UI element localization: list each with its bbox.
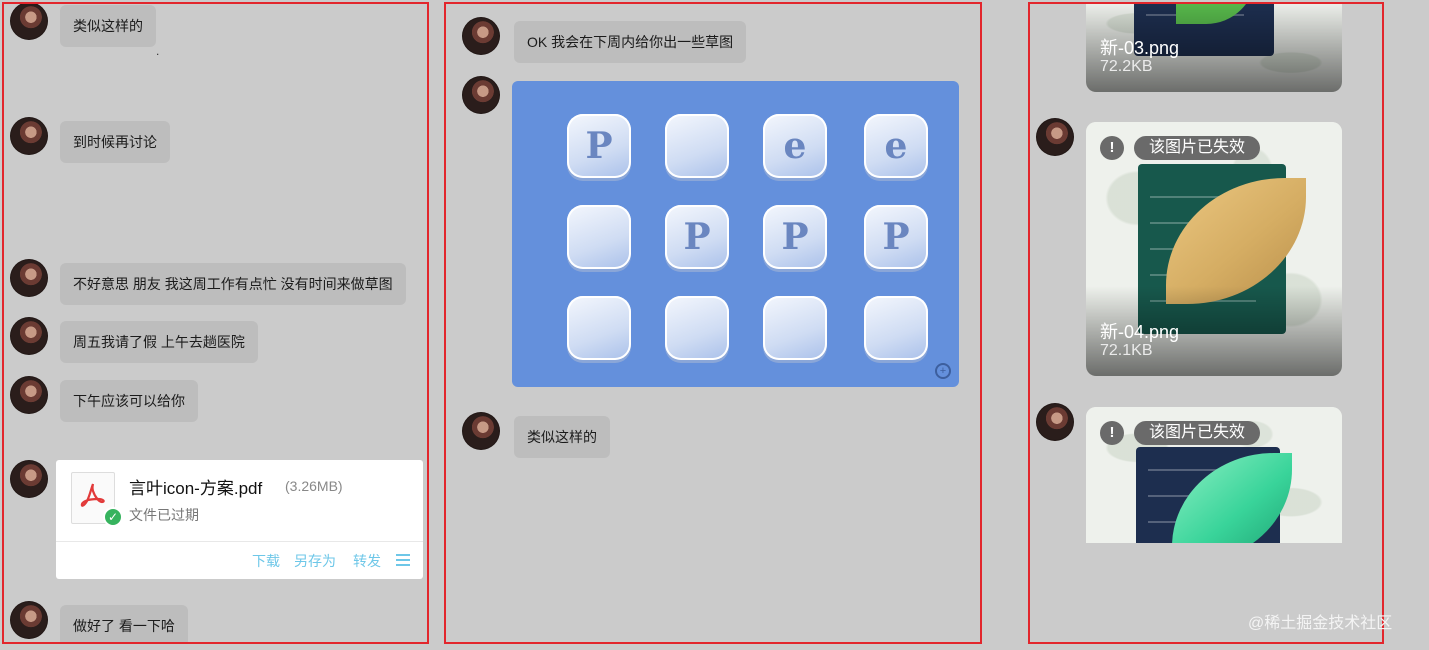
image-message-sketch-icons[interactable]: P e e P P P +	[512, 81, 959, 387]
invalid-badge: 该图片已失效	[1134, 136, 1261, 160]
watermark: @稀土掘金技术社区	[1248, 615, 1393, 632]
avatar[interactable]	[1036, 118, 1074, 156]
avatar[interactable]	[10, 601, 48, 639]
sketch-icon	[864, 296, 928, 360]
avatar[interactable]	[10, 317, 48, 355]
message-bubble: 下午应该可以给你	[60, 380, 198, 422]
avatar[interactable]	[10, 460, 48, 498]
message-bubble: 做好了 看一下哈	[60, 605, 188, 642]
sketch-icon	[665, 296, 729, 360]
file-status: 文件已过期	[129, 507, 199, 523]
file-name: 言叶icon-方案.pdf	[129, 479, 263, 498]
avatar[interactable]	[10, 117, 48, 155]
message-bubble: 到时候再讨论	[60, 121, 170, 163]
download-link[interactable]: 下载	[252, 551, 280, 571]
image-size: 72.1KB	[1100, 342, 1153, 359]
avatar[interactable]	[1036, 403, 1074, 441]
forward-link[interactable]: 转发	[353, 551, 381, 571]
save-as-link[interactable]: 另存为	[294, 551, 336, 571]
avatar[interactable]	[462, 17, 500, 55]
message-bubble: 周五我请了假 上午去趟医院	[60, 321, 258, 363]
image-message-card[interactable]: ! 该图片已失效 新-04.png 72.1KB	[1086, 122, 1342, 376]
stray-dot: .	[156, 44, 160, 58]
sketch-icon: P	[864, 205, 928, 269]
file-size: (3.26MB)	[285, 478, 343, 494]
sketch-icon	[567, 296, 631, 360]
invalid-badge: 该图片已失效	[1134, 421, 1261, 445]
avatar[interactable]	[462, 76, 500, 114]
chat-panel-right: 新-03.png 72.2KB ! 该图片已失效 新-04.png 72.1KB…	[1028, 2, 1384, 644]
divider	[56, 541, 423, 542]
sketch-icon: P	[665, 205, 729, 269]
sketch-icon: e	[763, 114, 827, 178]
image-size: 72.2KB	[1100, 58, 1153, 75]
check-icon: ✓	[103, 507, 123, 527]
chat-panel-middle: OK 我会在下周内给你出一些草图 P e e P P P + 类似这样的	[444, 2, 982, 644]
sketch-icon	[665, 114, 729, 178]
warning-icon: !	[1100, 421, 1124, 445]
image-name: 新-04.png	[1100, 322, 1180, 342]
sketch-icon: P	[567, 114, 631, 178]
menu-icon[interactable]	[396, 554, 410, 569]
sketch-icon: P	[763, 205, 827, 269]
message-bubble: 类似这样的	[514, 416, 610, 458]
sketch-icon	[567, 205, 631, 269]
avatar[interactable]	[10, 4, 48, 40]
image-name: 新-03.png	[1100, 38, 1180, 58]
message-bubble: 类似这样的	[60, 5, 156, 47]
warning-icon: !	[1100, 136, 1124, 160]
file-message-card[interactable]: ✓ 言叶icon-方案.pdf (3.26MB) 文件已过期 下载 另存为 转发	[56, 460, 423, 579]
image-message-card[interactable]: ! 该图片已失效	[1086, 407, 1342, 543]
zoom-icon[interactable]: +	[935, 363, 951, 379]
sketch-icon: e	[864, 114, 928, 178]
image-message-card[interactable]: 新-03.png 72.2KB	[1086, 4, 1342, 92]
avatar[interactable]	[10, 259, 48, 297]
chat-panel-left: 类似这样的 . 到时候再讨论 不好意思 朋友 我这周工作有点忙 没有时间来做草图…	[2, 2, 429, 644]
avatar[interactable]	[10, 376, 48, 414]
sketch-icon	[763, 296, 827, 360]
message-bubble: 不好意思 朋友 我这周工作有点忙 没有时间来做草图	[60, 263, 406, 305]
avatar[interactable]	[462, 412, 500, 450]
message-bubble: OK 我会在下周内给你出一些草图	[514, 21, 747, 63]
